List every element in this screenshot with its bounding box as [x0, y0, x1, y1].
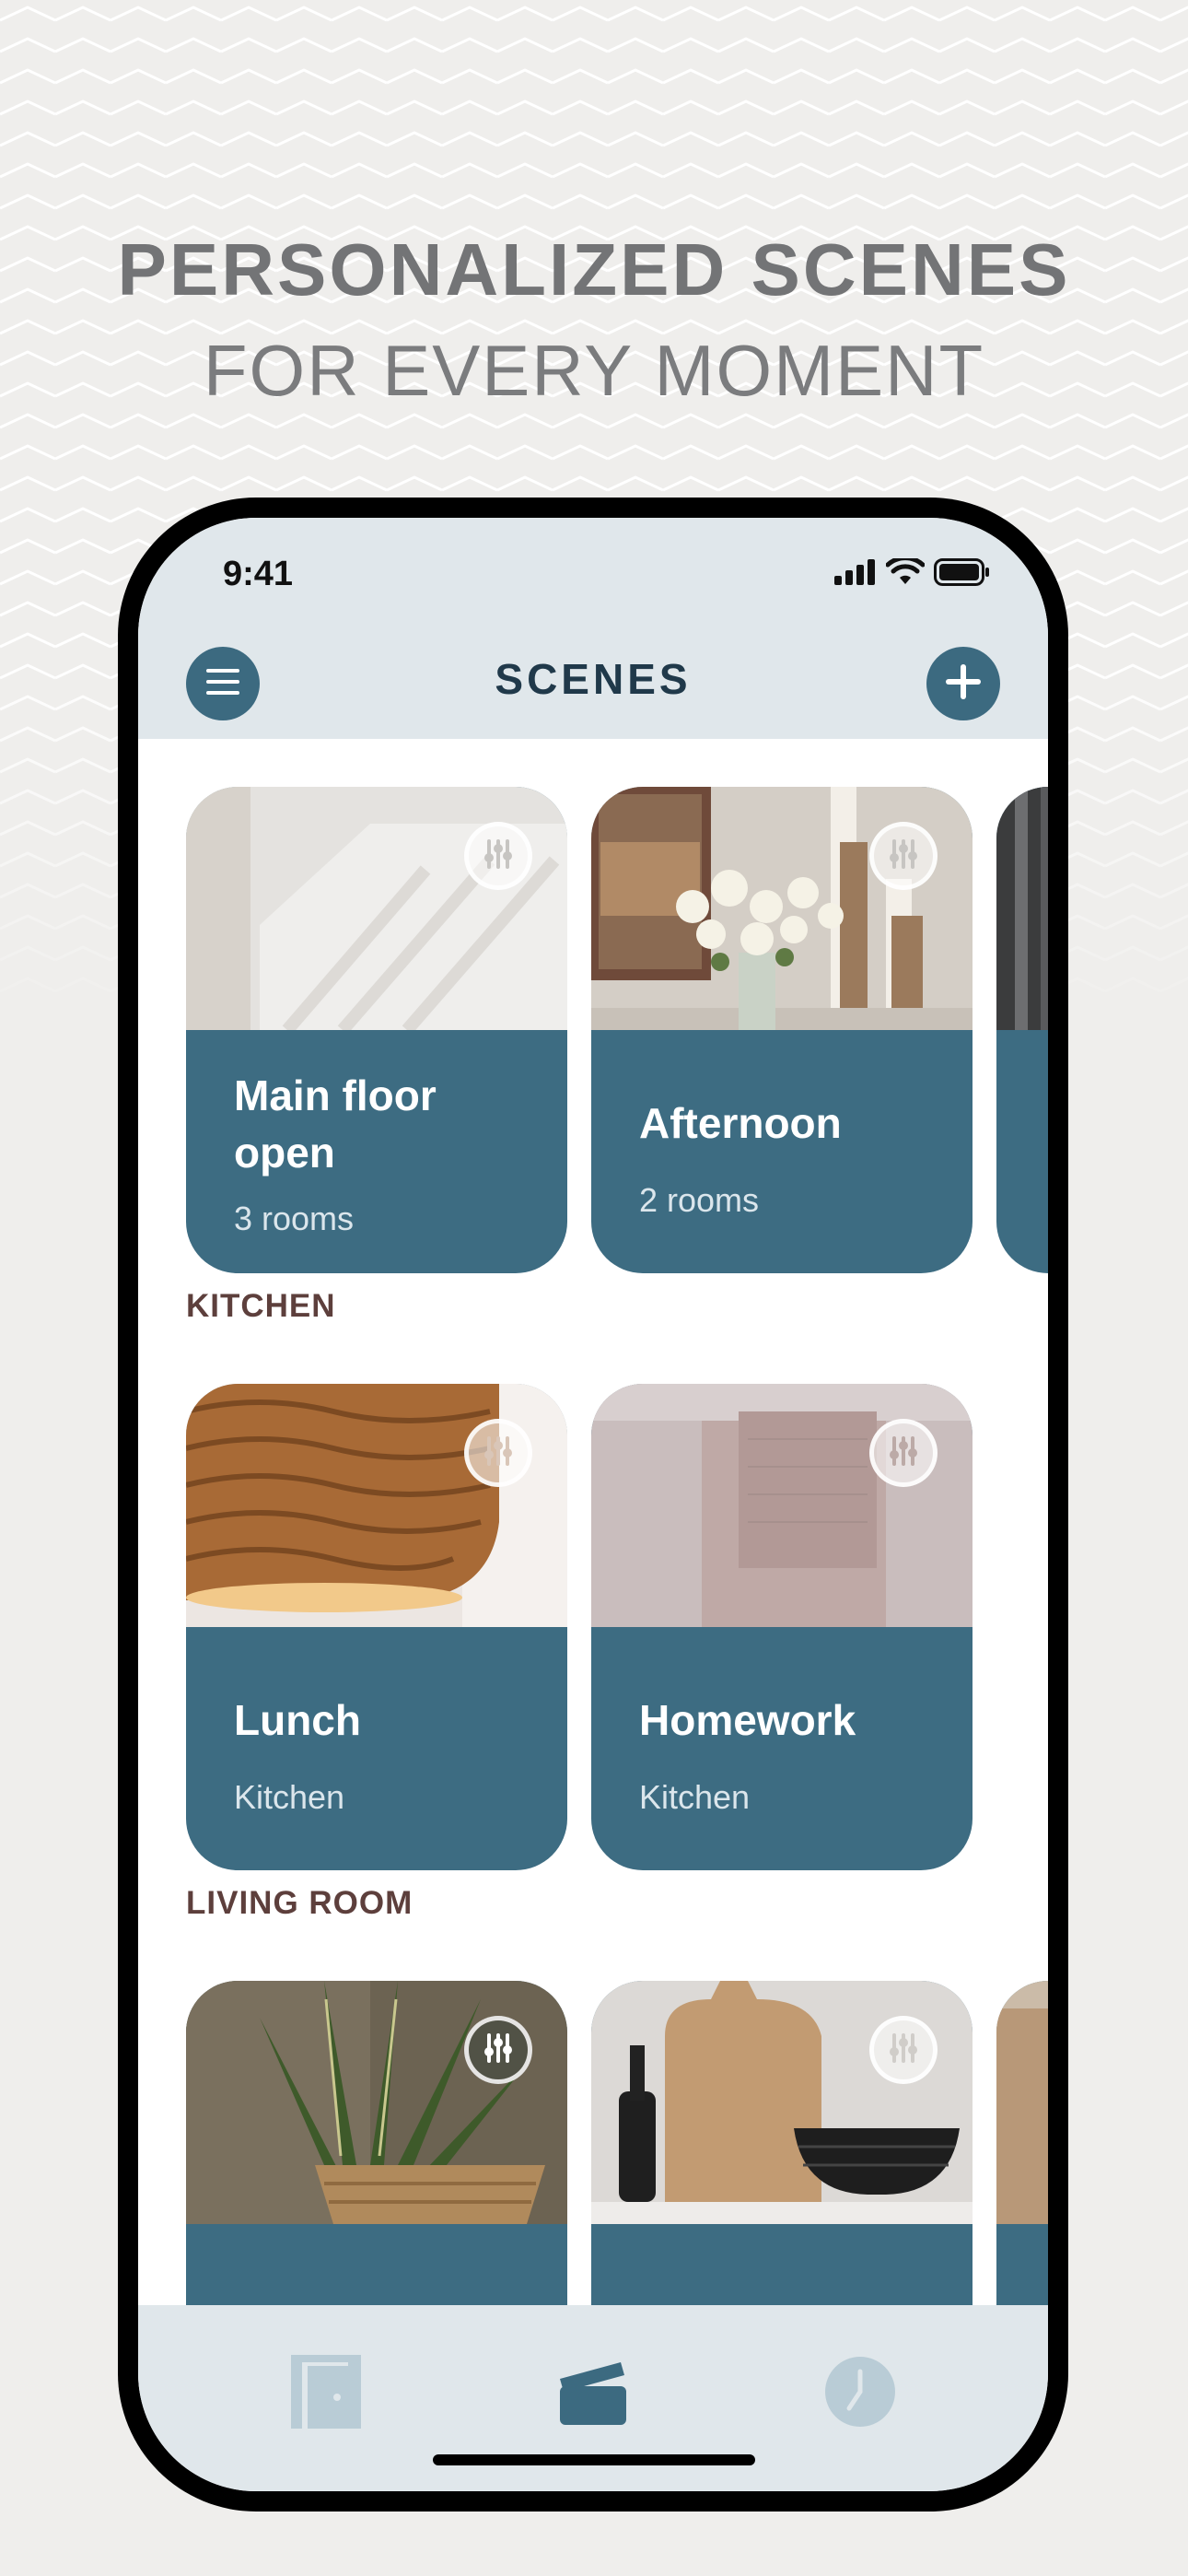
adjust-scene-button[interactable]: [869, 822, 938, 890]
adjust-scene-button[interactable]: [464, 1419, 532, 1487]
sliders-icon: [885, 2030, 922, 2071]
kitchen-row[interactable]: Lunch Kitchen Homework Kitchen: [186, 1384, 978, 1872]
clock-icon: [823, 2355, 897, 2433]
wifi-icon: [885, 556, 926, 591]
adjust-scene-button[interactable]: [464, 2016, 532, 2084]
scene-subtitle: Kitchen: [639, 1778, 751, 1816]
tab-schedule[interactable]: [821, 2355, 899, 2432]
scenes-icon: [556, 2355, 630, 2433]
phone-screen: 9:41 SCENES Main floor open 3 rooms Afte…: [138, 518, 1048, 2491]
sliders-icon: [480, 2030, 517, 2071]
home-indicator[interactable]: [433, 2454, 755, 2465]
sliders-icon: [480, 1433, 517, 1474]
headline-line-2: FOR EVERY MOMENT: [203, 330, 985, 411]
scene-title: Homework: [639, 1696, 856, 1744]
tab-rooms[interactable]: [287, 2353, 365, 2435]
phone-frame: 9:41 SCENES Main floor open 3 rooms Afte…: [118, 498, 1068, 2512]
sliders-icon: [480, 836, 517, 877]
scene-photo-dark: [996, 787, 1048, 1030]
scene-subtitle: Kitchen: [234, 1778, 345, 1816]
scene-title: Main floor open: [234, 1071, 437, 1177]
scenes-list[interactable]: Main floor open 3 rooms Afternoon 2 room…: [138, 739, 1048, 2305]
scene-card[interactable]: Afternoon 2 rooms: [591, 787, 973, 1273]
adjust-scene-button[interactable]: [464, 822, 532, 890]
scene-subtitle: 2 rooms: [639, 1181, 760, 1219]
status-icons: [834, 556, 991, 591]
page-title: SCENES: [495, 655, 692, 703]
scene-card[interactable]: Lunch Kitchen: [186, 1384, 567, 1870]
battery-icon: [934, 558, 991, 591]
marketing-headline: PERSONALIZED SCENES FOR EVERY MOMENT: [0, 221, 1188, 422]
sliders-icon: [885, 836, 922, 877]
cellular-signal-icon: [834, 559, 877, 590]
scene-card-peek[interactable]: [996, 787, 1048, 1273]
add-scene-button[interactable]: [926, 647, 1000, 720]
scene-photo-wood: [996, 1981, 1048, 2224]
scene-title: Afternoon: [639, 1099, 842, 1147]
adjust-scene-button[interactable]: [869, 2016, 938, 2084]
door-icon: [289, 2353, 363, 2435]
plus-icon: [944, 662, 983, 706]
scene-card[interactable]: [591, 1981, 973, 2305]
scene-subtitle: 3 rooms: [234, 1200, 355, 1237]
section-label-kitchen: KITCHEN: [186, 1288, 336, 1324]
tab-scenes[interactable]: [554, 2355, 632, 2432]
scene-card[interactable]: [186, 1981, 567, 2305]
featured-row[interactable]: Main floor open 3 rooms Afternoon 2 room…: [186, 787, 1048, 1275]
scene-card[interactable]: Homework Kitchen: [591, 1384, 973, 1870]
section-label-living-room: LIVING ROOM: [186, 1885, 413, 1921]
app-header: 9:41 SCENES: [138, 518, 1048, 739]
status-time: 9:41: [223, 555, 294, 593]
scene-title: Lunch: [234, 1696, 361, 1744]
adjust-scene-button[interactable]: [869, 1419, 938, 1487]
headline-line-1: PERSONALIZED SCENES: [117, 228, 1071, 310]
living-room-row[interactable]: [186, 1981, 1048, 2305]
sliders-icon: [885, 1433, 922, 1474]
scene-card[interactable]: Main floor open 3 rooms: [186, 787, 567, 1273]
scene-card-peek[interactable]: [996, 1981, 1048, 2305]
